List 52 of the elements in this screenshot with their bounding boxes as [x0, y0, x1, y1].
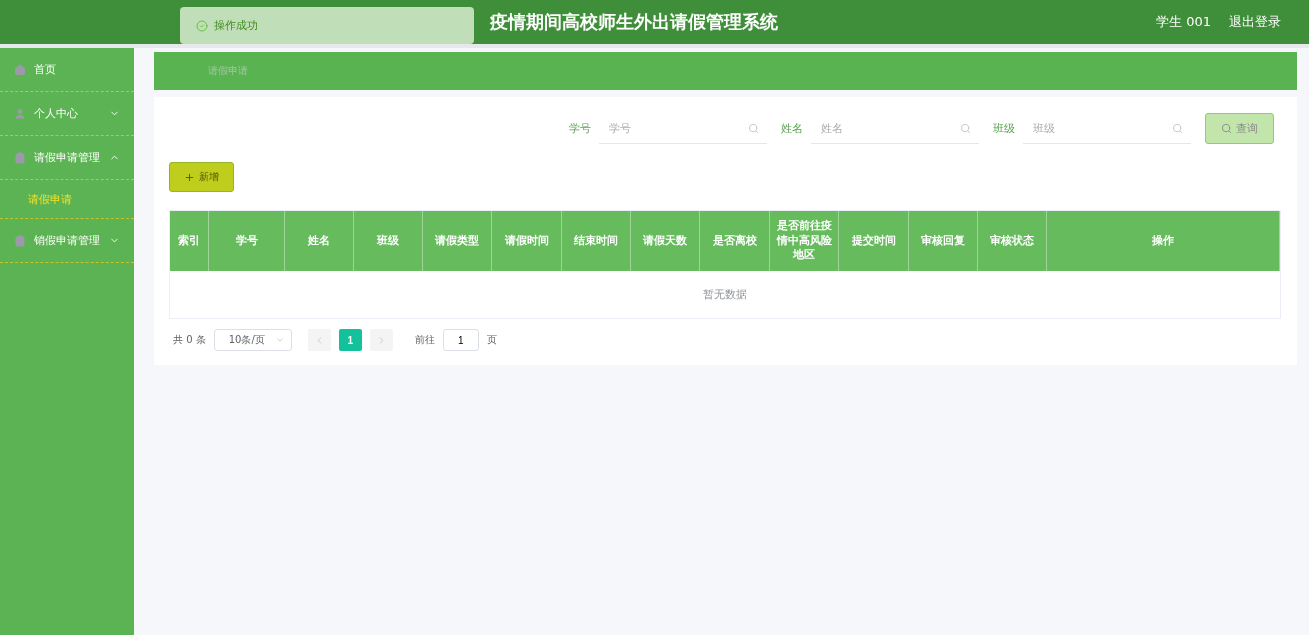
column-header: 审核状态 — [978, 211, 1047, 271]
column-header: 请假天数 — [631, 211, 700, 271]
toast-message: 操作成功 — [214, 18, 258, 33]
search-field[interactable]: 班级 — [1023, 113, 1191, 144]
sidebar-subitem[interactable]: 请假申请 — [0, 180, 134, 219]
clipboard-icon — [14, 234, 26, 247]
query-button[interactable]: 查询 — [1205, 113, 1274, 144]
app-title: 疫情期间高校师生外出请假管理系统 — [490, 10, 778, 34]
sidebar-item[interactable]: 销假申请管理 — [0, 219, 134, 263]
column-header: 索引 — [170, 211, 209, 271]
home-icon — [14, 63, 26, 76]
column-header: 是否前往疫情中高风险地区 — [770, 211, 839, 271]
goto-label: 前往 — [414, 333, 435, 347]
column-header: 提交时间 — [839, 211, 909, 271]
add-button[interactable]: 新增 — [169, 162, 234, 192]
page-button[interactable]: 1 — [338, 329, 362, 351]
next-page-button[interactable] — [369, 329, 393, 351]
column-header: 是否离校 — [700, 211, 770, 271]
column-header: 操作 — [1047, 211, 1280, 271]
user-name: 学生 001 — [1156, 13, 1211, 31]
sidebar-item[interactable]: 首页 — [0, 48, 134, 92]
column-header: 审核回复 — [909, 211, 978, 271]
page-size-select[interactable]: 10条/页 — [213, 329, 292, 351]
search-icon — [1221, 123, 1232, 134]
search-icon — [960, 122, 971, 134]
user-icon — [14, 107, 26, 120]
total-count: 共 0 条 — [173, 333, 206, 347]
empty-message: 暂无数据 — [703, 287, 747, 302]
column-header: 班级 — [354, 211, 423, 271]
sidebar-item[interactable]: 请假申请管理 — [0, 136, 134, 180]
column-header: 姓名 — [285, 211, 354, 271]
prev-page-button[interactable] — [307, 329, 331, 351]
search-icon — [1172, 122, 1183, 134]
logout-link[interactable]: 退出登录 — [1229, 13, 1281, 31]
sidebar-item[interactable]: 个人中心 — [0, 92, 134, 136]
page-input[interactable]: 1 — [442, 329, 479, 351]
search-field[interactable]: 学号 — [599, 113, 767, 144]
clipboard-icon — [14, 151, 26, 164]
field-label: 班级 — [993, 121, 1015, 136]
search-field[interactable]: 姓名 — [811, 113, 979, 144]
column-header: 结束时间 — [562, 211, 631, 271]
caret-icon — [274, 335, 285, 345]
field-label: 学号 — [569, 121, 591, 136]
breadcrumb: 请假申请 — [208, 64, 248, 78]
field-label: 姓名 — [781, 121, 803, 136]
search-icon — [748, 122, 759, 134]
column-header: 学号 — [209, 211, 285, 271]
page-suffix: 页 — [486, 333, 497, 347]
check-icon — [196, 19, 208, 32]
column-header: 请假时间 — [492, 211, 562, 271]
column-header: 请假类型 — [423, 211, 492, 271]
plus-icon — [184, 171, 195, 183]
